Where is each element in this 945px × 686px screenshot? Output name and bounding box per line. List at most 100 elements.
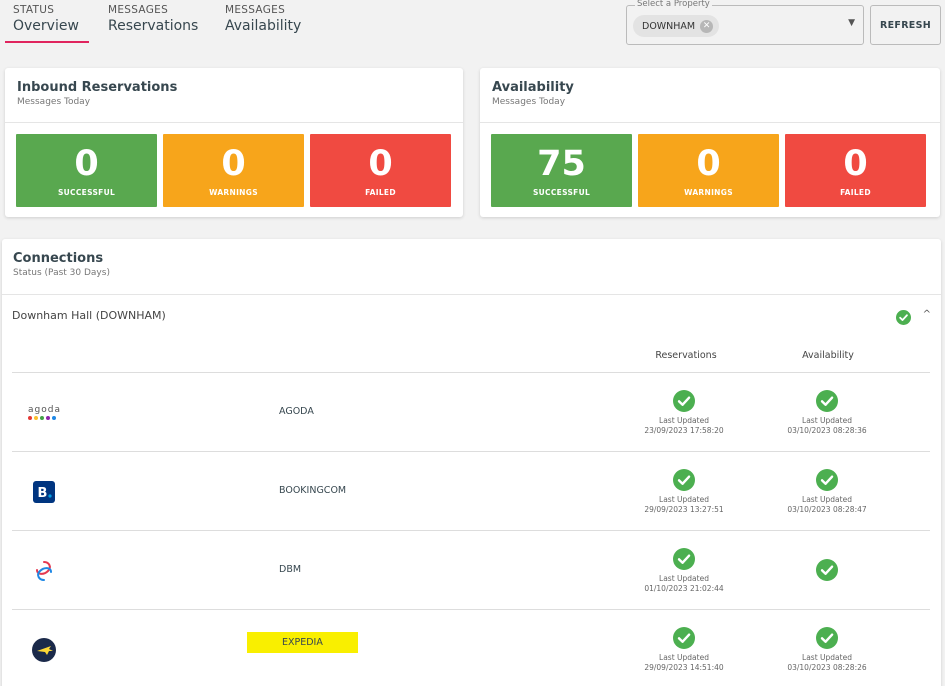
tile-label: FAILED	[365, 188, 396, 197]
tile-label: SUCCESSFUL	[57, 188, 116, 197]
tile-label: SUCCESSFUL	[532, 188, 591, 197]
card-subtitle: Messages Today	[17, 97, 91, 107]
top-nav: STATUS Overview MESSAGES Reservations ME…	[0, 0, 945, 50]
tile-value: 0	[843, 144, 868, 184]
last-updated-time: 03/10/2023 08:28:47	[787, 505, 867, 514]
table-row: DBM Last Updated 01/10/2023 21:02:44	[12, 530, 930, 609]
channel-name: BOOKINGCOM	[279, 485, 347, 496]
card-title: Availability	[492, 80, 574, 95]
channel-name: AGODA	[279, 406, 314, 417]
tile-value: 0	[368, 144, 393, 184]
connections-card: Connections Status (Past 30 Days) Downha…	[2, 239, 941, 686]
table-row: EXPEDIA Last Updated 29/09/2023 14:51:40…	[12, 609, 930, 686]
agoda-logo-icon: agoda	[26, 399, 62, 427]
table-row: B BOOKINGCOM Last Updated 29/09/2023 13:…	[12, 451, 930, 530]
check-circle-icon	[673, 548, 695, 574]
tab-category: STATUS	[13, 4, 55, 16]
tab-category: MESSAGES	[108, 4, 169, 16]
svg-text:agoda: agoda	[28, 405, 61, 415]
last-updated-time: 29/09/2023 13:27:51	[644, 505, 724, 514]
tile-label: WARNINGS	[209, 188, 258, 197]
tab-messages-reservations[interactable]: MESSAGES Reservations	[108, 4, 198, 34]
channel-name: EXPEDIA	[247, 632, 358, 653]
last-updated-label: Last Updated	[659, 495, 709, 504]
table-row: agoda AGODA Last Updated 23/09/2023 17:5…	[12, 372, 930, 451]
check-circle-icon	[816, 390, 838, 416]
tab-label: Reservations	[108, 18, 199, 34]
check-circle-icon	[673, 390, 695, 416]
failed-tile[interactable]: 0 FAILED	[785, 134, 926, 207]
card-title: Connections	[13, 251, 104, 266]
property-expander[interactable]: Downham Hall (DOWNHAM) ^	[2, 294, 941, 338]
property-name: Downham Hall (DOWNHAM)	[12, 309, 166, 322]
last-updated-time: 01/10/2023 21:02:44	[644, 584, 724, 593]
card-subtitle: Status (Past 30 Days)	[13, 268, 110, 278]
card-header: Inbound Reservations Messages Today	[5, 68, 463, 123]
property-select[interactable]: Select a Property DOWNHAM ✕ ▼	[626, 0, 864, 45]
dropdown-caret-icon[interactable]: ▼	[848, 18, 855, 28]
booking-logo-icon: B	[26, 478, 62, 506]
tab-label: Overview	[13, 18, 79, 34]
tab-messages-availability[interactable]: MESSAGES Availability	[225, 4, 301, 34]
last-updated-label: Last Updated	[802, 653, 852, 662]
chevron-up-icon[interactable]: ^	[923, 309, 931, 320]
property-chip: DOWNHAM ✕	[633, 15, 720, 37]
tile-value: 75	[537, 144, 586, 184]
tab-label: Availability	[225, 18, 302, 34]
check-circle-icon	[816, 559, 838, 585]
warnings-tile[interactable]: 0 WARNINGS	[163, 134, 304, 207]
availability-card: Availability Messages Today 75 SUCCESSFU…	[480, 68, 940, 217]
last-updated-label: Last Updated	[659, 653, 709, 662]
last-updated-label: Last Updated	[659, 416, 709, 425]
inbound-reservations-card: Inbound Reservations Messages Today 0 SU…	[5, 68, 463, 217]
last-updated-time: 29/09/2023 14:51:40	[644, 663, 724, 672]
check-circle-icon	[816, 627, 838, 653]
availability-status: Last Updated 03/10/2023 08:28:36	[757, 390, 897, 436]
availability-status: Last Updated 03/10/2023 08:28:47	[757, 469, 897, 515]
check-circle-icon	[673, 627, 695, 653]
column-header-reservations: Reservations	[655, 350, 717, 361]
check-circle-icon	[816, 469, 838, 495]
availability-status: Last Updated 03/10/2023 08:28:26	[757, 627, 897, 673]
successful-tile[interactable]: 0 SUCCESSFUL	[16, 134, 157, 207]
active-tab-indicator	[5, 41, 89, 43]
last-updated-time: 03/10/2023 08:28:36	[787, 426, 867, 435]
tile-label: FAILED	[840, 188, 871, 197]
availability-status	[757, 559, 897, 585]
stat-tiles: 75 SUCCESSFUL 0 WARNINGS 0 FAILED	[491, 134, 926, 207]
warnings-tile[interactable]: 0 WARNINGS	[638, 134, 779, 207]
card-title: Inbound Reservations	[17, 80, 178, 95]
channel-name: DBM	[279, 564, 302, 575]
reservations-status: Last Updated 29/09/2023 14:51:40	[614, 627, 754, 673]
last-updated-time: 03/10/2023 08:28:26	[787, 663, 867, 672]
dbm-logo-icon	[26, 557, 62, 585]
property-chip-label: DOWNHAM	[642, 20, 696, 32]
card-header: Availability Messages Today	[480, 68, 940, 123]
svg-text:B: B	[38, 486, 48, 501]
last-updated-label: Last Updated	[802, 416, 852, 425]
reservations-status: Last Updated 29/09/2023 13:27:51	[614, 469, 754, 515]
refresh-button[interactable]: REFRESH	[870, 5, 941, 45]
last-updated-label: Last Updated	[659, 574, 709, 583]
stat-tiles: 0 SUCCESSFUL 0 WARNINGS 0 FAILED	[16, 134, 451, 207]
chip-remove-icon[interactable]: ✕	[700, 19, 714, 33]
check-circle-icon	[673, 469, 695, 495]
expedia-logo-icon	[26, 636, 62, 664]
tab-category: MESSAGES	[225, 4, 286, 16]
reservations-status: Last Updated 23/09/2023 17:58:20	[614, 390, 754, 436]
tile-label: WARNINGS	[684, 188, 733, 197]
property-select-legend: Select a Property	[635, 0, 712, 9]
card-header: Connections Status (Past 30 Days)	[2, 239, 941, 294]
failed-tile[interactable]: 0 FAILED	[310, 134, 451, 207]
reservations-status: Last Updated 01/10/2023 21:02:44	[614, 548, 754, 594]
successful-tile[interactable]: 75 SUCCESSFUL	[491, 134, 632, 207]
card-subtitle: Messages Today	[492, 97, 566, 107]
last-updated-time: 23/09/2023 17:58:20	[644, 426, 724, 435]
tab-status-overview[interactable]: STATUS Overview	[13, 4, 79, 34]
tile-value: 0	[74, 144, 99, 184]
tile-value: 0	[696, 144, 721, 184]
check-circle-icon	[896, 310, 911, 329]
tile-value: 0	[221, 144, 246, 184]
last-updated-label: Last Updated	[802, 495, 852, 504]
column-header-availability: Availability	[802, 350, 854, 361]
